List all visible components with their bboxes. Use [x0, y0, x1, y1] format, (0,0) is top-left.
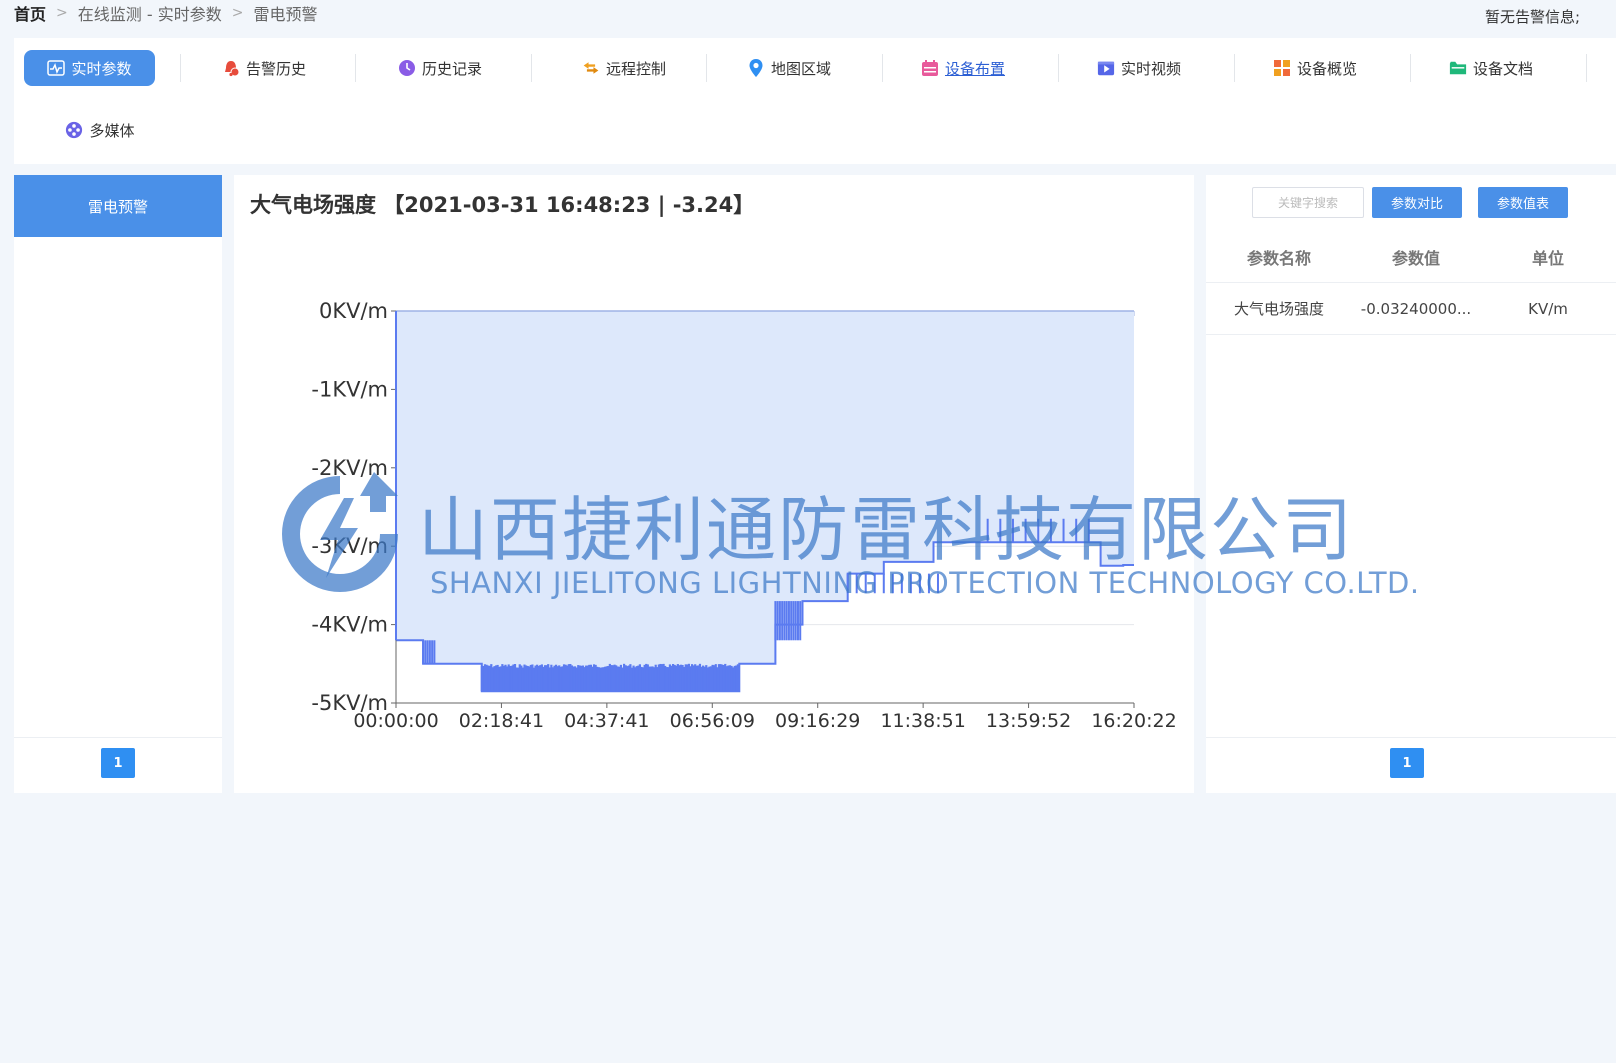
tab-live-video[interactable]: 实时视频 [1084, 50, 1194, 86]
page-button-1[interactable]: 1 [101, 748, 135, 778]
left-panel: 雷电预警 1 [14, 175, 222, 793]
column-header[interactable]: 参数名称 [1206, 245, 1352, 269]
table-header: 参数名称 参数值 单位 [1206, 231, 1616, 283]
breadcrumb-level1[interactable]: 在线监测 - 实时参数 [78, 1, 222, 25]
page-button-1[interactable]: 1 [1390, 748, 1424, 778]
divider [1586, 54, 1587, 82]
tab-device-docs[interactable]: 设备文档 [1436, 50, 1546, 86]
x-tick-label: 13:59:52 [986, 710, 1071, 732]
param-table: 参数名称 参数值 单位 大气电场强度 -0.03240000... KV/m [1206, 231, 1616, 335]
tab-device-overview[interactable]: 设备概览 [1260, 50, 1370, 86]
param-name-cell: 大气电场强度 [1233, 300, 1324, 318]
tab-realtime-params[interactable]: 实时参数 [24, 50, 155, 86]
chart-svg: 0KV/m-1KV/m-2KV/m-3KV/m-4KV/m-5KV/m00:00… [311, 299, 1176, 732]
left-item-lightning-warning[interactable]: 雷电预警 [14, 175, 222, 237]
divider [706, 54, 707, 82]
y-tick-label: -1KV/m [311, 377, 388, 401]
tab-remote-control[interactable]: 远程控制 [564, 50, 684, 86]
breadcrumb-home[interactable]: 首页 [14, 1, 46, 25]
x-tick-label: 11:38:51 [880, 710, 965, 732]
column-header[interactable]: 参数值 [1352, 245, 1480, 269]
x-tick-label: 09:16:29 [775, 710, 860, 732]
swap-arrows-icon [582, 59, 600, 77]
folder-icon [1449, 59, 1467, 77]
param-unit-cell: KV/m [1528, 299, 1568, 318]
video-icon [1097, 59, 1115, 77]
bell-icon [222, 59, 240, 77]
param-compare-button[interactable]: 参数对比 [1372, 187, 1462, 218]
chart-panel: 大气电场强度 【2021-03-31 16:48:23 | -3.24】 0KV… [234, 175, 1194, 793]
y-tick-label: -3KV/m [311, 534, 388, 558]
divider [355, 54, 356, 82]
search-input[interactable]: 关键字搜索 [1252, 187, 1364, 218]
alert-status-text: 暂无告警信息; [1484, 8, 1580, 26]
column-header[interactable]: 单位 [1480, 245, 1616, 269]
y-tick-label: -2KV/m [311, 456, 388, 480]
divider [882, 54, 883, 82]
film-reel-icon [65, 121, 83, 139]
map-pin-icon [747, 59, 765, 77]
divider [1058, 54, 1059, 82]
param-table-button[interactable]: 参数值表 [1478, 187, 1568, 218]
top-nav: 实时参数 告警历史 历史记录 远程控制 地图区域 设备布置 实时视频 设备概览 … [14, 38, 1616, 164]
x-tick-label: 16:20:22 [1091, 710, 1176, 732]
series-area [396, 311, 1134, 692]
clock-icon [398, 59, 416, 77]
tab-multimedia[interactable]: 多媒体 [50, 112, 150, 148]
breadcrumb-level2: 雷电预警 [253, 5, 318, 24]
tab-map-area[interactable]: 地图区域 [734, 50, 844, 86]
x-tick-label: 04:37:41 [564, 710, 649, 732]
chevron-right-icon: > [56, 5, 68, 21]
tab-history-records[interactable]: 历史记录 [380, 50, 500, 86]
x-tick-label: 06:56:09 [670, 710, 755, 732]
right-panel: 关键字搜索 参数对比 参数值表 参数名称 参数值 单位 大气电场强度 -0.03… [1206, 175, 1616, 793]
table-row[interactable]: 大气电场强度 -0.03240000... KV/m [1206, 283, 1616, 335]
calendar-icon [921, 59, 939, 77]
param-value-cell: -0.03240000... [1360, 299, 1472, 318]
tab-alarm-history[interactable]: 告警历史 [204, 50, 324, 86]
divider [180, 54, 181, 82]
x-tick-label: 02:18:41 [459, 710, 544, 732]
y-tick-label: 0KV/m [319, 299, 388, 323]
grid-icon [1273, 59, 1291, 77]
right-pagination: 1 [1206, 737, 1616, 793]
breadcrumb: 首页 > 在线监测 - 实时参数 > 雷电预警 [14, 2, 317, 24]
divider [1234, 54, 1235, 82]
divider [531, 54, 532, 82]
divider [1410, 54, 1411, 82]
pulse-icon [47, 59, 66, 77]
y-tick-label: -4KV/m [311, 613, 388, 637]
x-tick-label: 00:00:00 [353, 710, 438, 732]
chevron-right-icon: > [231, 5, 244, 21]
left-pagination: 1 [14, 737, 222, 793]
tab-device-layout[interactable]: 设备布置 [908, 50, 1018, 86]
